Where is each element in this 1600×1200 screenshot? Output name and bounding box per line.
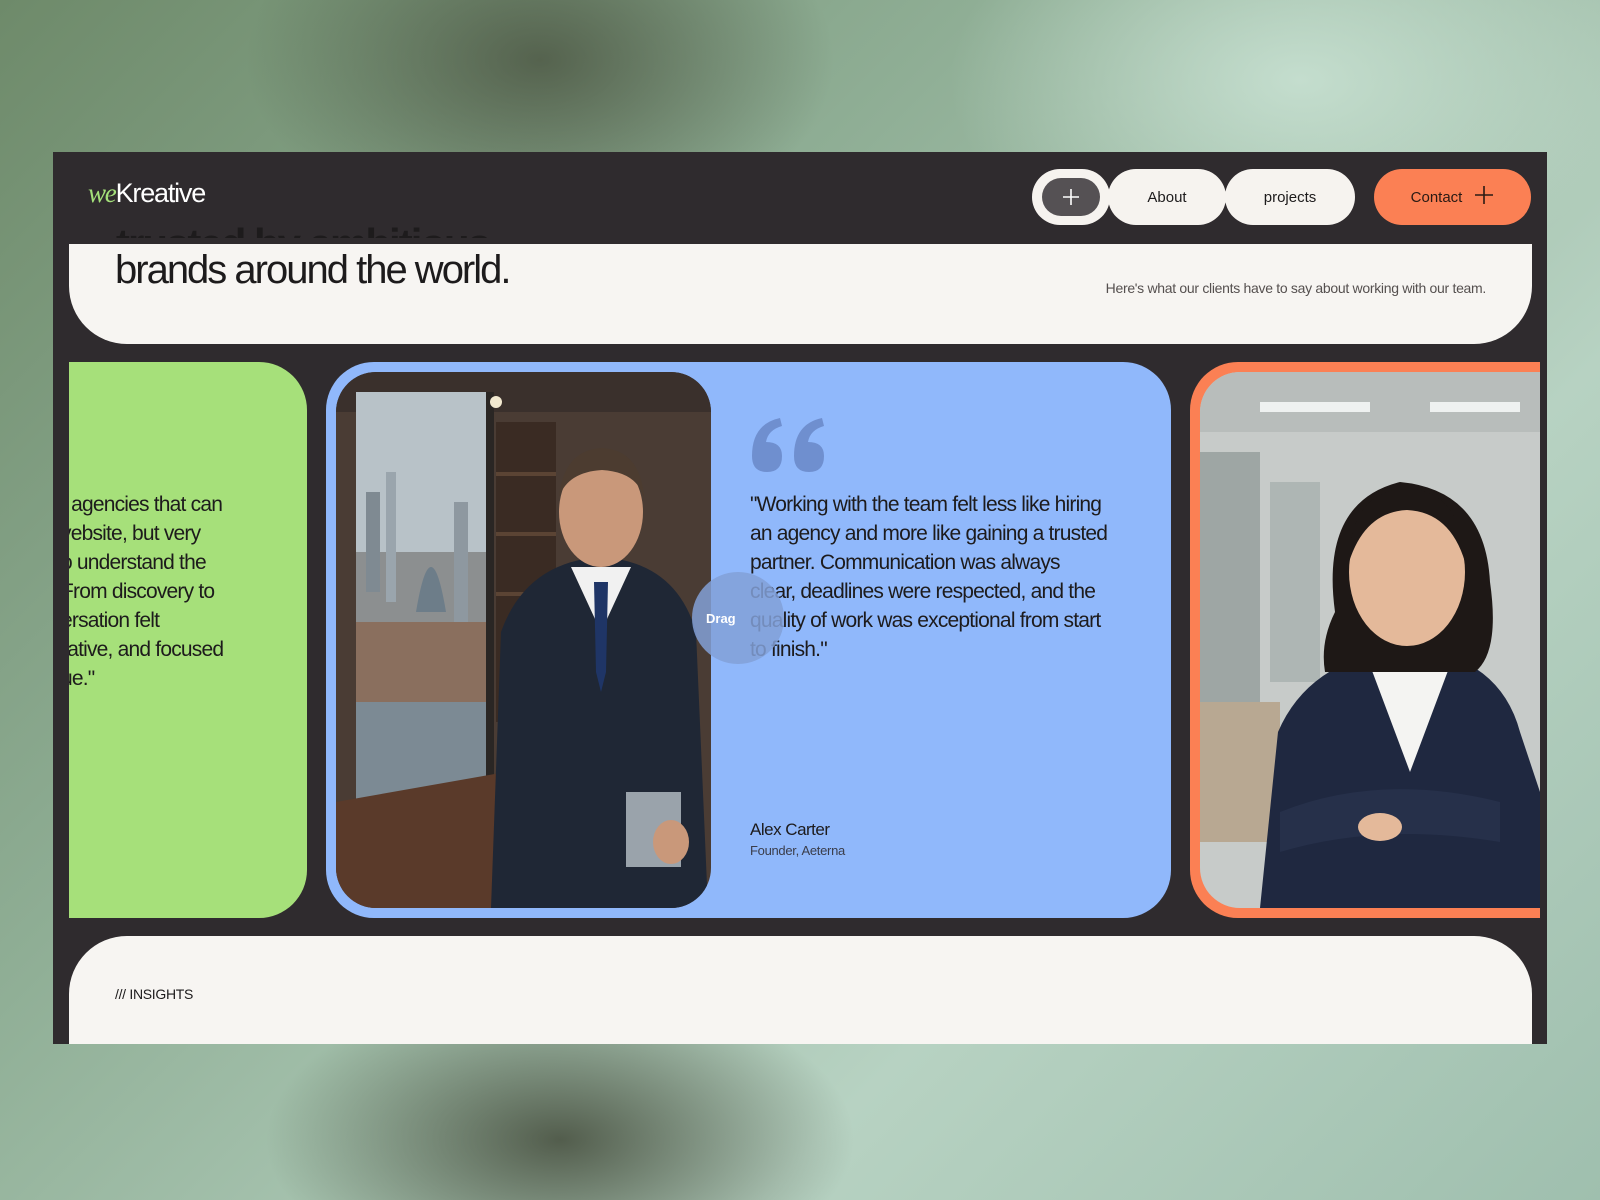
hero-section: trusted by ambitious brands around the w… [69,220,1532,344]
contact-label: Contact [1410,188,1463,206]
drag-label: Drag [706,610,736,626]
quote-line: rative, and focused [69,638,224,661]
hero-heading: brands around the world. [115,248,511,292]
quote-line: vebsite, but very [69,522,201,545]
author-role: Founder, Aeterna [750,843,845,858]
quote-line: o understand the [69,551,207,574]
quote-line: From discovery to [69,580,215,603]
plus-icon [1474,185,1494,209]
brand-logo[interactable]: weKreative [88,178,207,209]
plus-icon [1042,178,1100,216]
quote-line: ersation felt [69,609,160,632]
testimonial-quote: "Working with the team felt less like hi… [750,493,1108,661]
logo-prefix: we [88,178,117,208]
testimonial-card-current[interactable]: "Working with the team felt less like hi… [326,362,1171,918]
testimonial-card-previous[interactable]: f agencies that can vebsite, but very o … [69,362,307,918]
contact-button[interactable]: Contact [1374,169,1531,225]
hero-line-partial: trusted by ambitious [116,218,489,238]
logo-main: Kreative [115,178,207,208]
author-name: Alex Carter [750,820,830,839]
testimonial-card-next[interactable] [1190,362,1540,918]
nav-about-button[interactable]: About [1108,169,1226,225]
client-photo-woman [1200,372,1540,908]
insights-label: /// INSIGHTS [115,986,194,1002]
drag-handle[interactable]: Drag [692,572,784,664]
nav-projects-button[interactable]: projects [1225,169,1355,225]
hero-subtitle: Here's what our clients have to say abou… [1105,280,1487,296]
insights-section: /// INSIGHTS [69,936,1532,1044]
menu-plus-button[interactable] [1032,169,1110,225]
quote-icon [750,416,828,479]
browser-frame: weKreative About projects Contact truste… [53,152,1547,1044]
client-photo-man [336,372,711,908]
quote-line: f agencies that can [69,493,223,516]
quote-line: ue." [69,667,95,690]
testimonial-quote-previous: f agencies that can vebsite, but very o … [69,490,301,693]
